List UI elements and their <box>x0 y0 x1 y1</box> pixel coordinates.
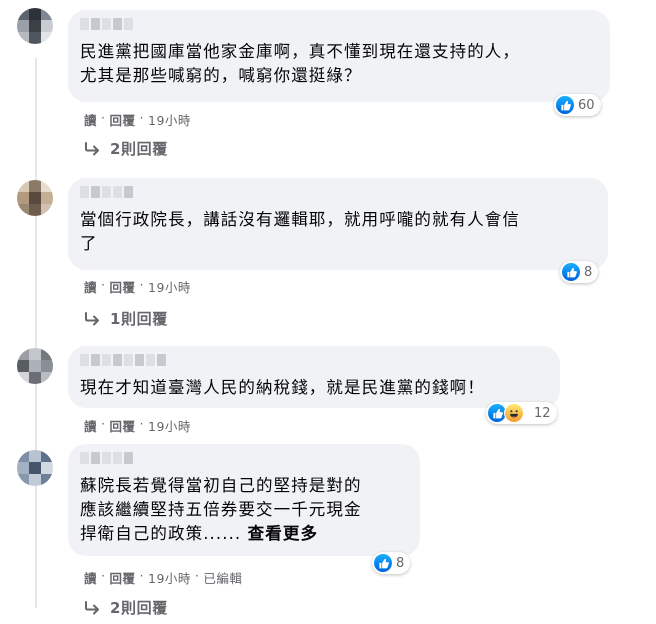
avatar[interactable] <box>17 180 53 216</box>
dot-separator: · <box>101 416 106 431</box>
reaction-summary[interactable]: 8 <box>560 261 599 283</box>
read-link[interactable]: 讀 <box>84 277 97 296</box>
comment-text: 現在才知道臺灣人民的納稅錢，就是民進黨的錢啊！ <box>80 378 485 397</box>
comment-text: 當個行政院長，講話沒有邏輯耶，就用呼嚨的就有人會信 了 <box>80 210 520 253</box>
author-name-redacted[interactable] <box>80 354 548 370</box>
comment-text-body: 蘇院長若覺得當初自己的堅持是對的 應該繼續堅持五倍券要交一千元現金 捍衛自己的政… <box>80 476 362 543</box>
dot-separator: · <box>101 568 106 583</box>
view-replies-link[interactable]: 2則回覆 <box>84 597 168 618</box>
replies-count-label: 1則回覆 <box>110 310 168 328</box>
comment-bubble: 蘇院長若覺得當初自己的堅持是對的 應該繼續堅持五倍券要交一千元現金 捍衛自己的政… <box>68 444 420 556</box>
thread-line <box>35 58 37 608</box>
author-name-redacted[interactable] <box>80 18 598 34</box>
avatar[interactable] <box>17 8 53 44</box>
comment-actions: 讀 · 回覆 · 19小時 · 已編輯 <box>84 568 242 587</box>
comment-bubble: 當個行政院長，講話沒有邏輯耶，就用呼嚨的就有人會信 了 <box>68 178 608 270</box>
reply-arrow-icon <box>85 141 99 155</box>
reaction-count: 60 <box>578 97 595 113</box>
reaction-summary[interactable]: 8 <box>372 552 411 574</box>
author-name-redacted[interactable] <box>80 452 408 468</box>
author-name-redacted[interactable] <box>80 186 596 202</box>
comment-text: 蘇院長若覺得當初自己的堅持是對的 應該繼續堅持五倍券要交一千元現金 捍衛自己的政… <box>80 474 408 546</box>
like-thumb-icon <box>556 96 574 114</box>
reply-arrow-icon <box>85 311 99 325</box>
dot-separator: · <box>139 568 144 583</box>
comment-actions: 讀 · 回覆 · 19小時 <box>84 277 191 296</box>
dot-separator: · <box>194 568 200 583</box>
edited-label: 已編輯 <box>203 571 243 586</box>
dot-separator: · <box>139 277 144 292</box>
dot-separator: · <box>139 110 144 125</box>
comment-actions: 讀 · 回覆 · 19小時 <box>84 416 191 435</box>
timestamp[interactable]: 19小時 <box>148 277 191 296</box>
haha-face-icon <box>504 403 524 423</box>
comment-bubble: 現在才知道臺灣人民的納稅錢，就是民進黨的錢啊！ <box>68 346 560 408</box>
reaction-count: 12 <box>534 405 551 421</box>
replies-count-label: 2則回覆 <box>110 140 168 158</box>
read-link[interactable]: 讀 <box>84 568 97 587</box>
dot-separator: · <box>139 416 144 431</box>
timestamp[interactable]: 19小時 <box>148 416 191 435</box>
see-more-link[interactable]: 查看更多 <box>248 524 318 543</box>
like-thumb-icon <box>374 554 392 572</box>
reaction-summary[interactable]: 60 <box>554 94 601 116</box>
view-replies-link[interactable]: 1則回覆 <box>84 308 168 329</box>
timestamp[interactable]: 19小時 <box>148 568 191 587</box>
timestamp[interactable]: 19小時 <box>148 110 191 129</box>
reaction-count: 8 <box>396 555 405 571</box>
reply-link[interactable]: 回覆 <box>110 277 136 296</box>
dot-separator: · <box>101 277 106 292</box>
reply-link[interactable]: 回覆 <box>110 568 136 587</box>
read-link[interactable]: 讀 <box>84 110 97 129</box>
dot-separator: · <box>101 110 106 125</box>
comment-actions: 讀 · 回覆 · 19小時 <box>84 110 191 129</box>
comment-bubble: 民進黨把國庫當他家金庫啊，真不懂到現在還支持的人， 尤其是那些喊窮的，喊窮你還挺… <box>68 10 610 102</box>
avatar[interactable] <box>17 450 53 486</box>
replies-count-label: 2則回覆 <box>110 599 168 617</box>
reply-arrow-icon <box>85 600 99 614</box>
view-replies-link[interactable]: 2則回覆 <box>84 138 168 159</box>
reply-link[interactable]: 回覆 <box>110 416 136 435</box>
reaction-summary[interactable]: 12 <box>486 402 557 424</box>
read-link[interactable]: 讀 <box>84 416 97 435</box>
like-thumb-icon <box>562 263 580 281</box>
comment-text: 民進黨把國庫當他家金庫啊，真不懂到現在還支持的人， 尤其是那些喊窮的，喊窮你還挺… <box>80 42 520 85</box>
avatar[interactable] <box>17 348 53 384</box>
reaction-count: 8 <box>584 264 593 280</box>
reply-link[interactable]: 回覆 <box>110 110 136 129</box>
